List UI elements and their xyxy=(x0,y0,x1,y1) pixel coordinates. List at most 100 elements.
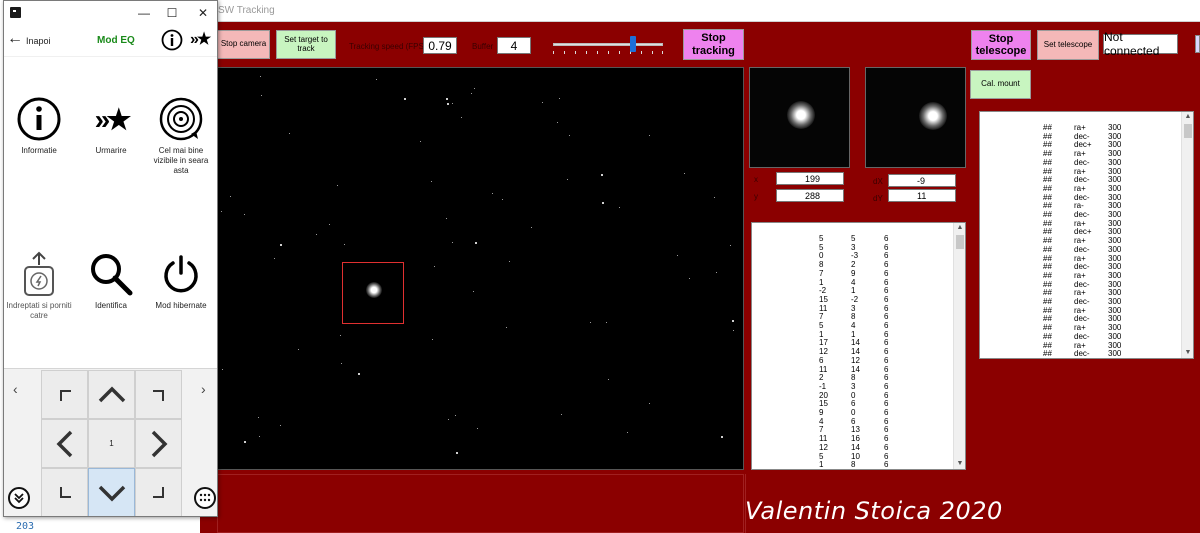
info-icon[interactable] xyxy=(161,29,183,51)
list-cell: 1 xyxy=(819,460,824,470)
dpad-up-left[interactable] xyxy=(41,370,88,419)
maximize-button[interactable]: ☐ xyxy=(162,4,182,22)
buffer-input[interactable]: 4 xyxy=(497,37,531,54)
background-star xyxy=(475,242,477,244)
dpad-up-right[interactable] xyxy=(135,370,182,419)
background-star xyxy=(447,103,449,105)
background-star xyxy=(274,258,275,259)
clipped-button[interactable] xyxy=(1195,35,1200,53)
background-star xyxy=(567,179,568,180)
crop-star xyxy=(787,101,815,129)
cal-mount-button[interactable]: Cal. mount xyxy=(970,70,1031,99)
set-target-button[interactable]: Set target to track xyxy=(276,30,336,59)
background-star xyxy=(569,135,570,136)
stop-telescope-button[interactable]: Stop telescope xyxy=(971,30,1031,60)
window-title: SW Tracking xyxy=(218,5,275,16)
tile-label: Mod hibernate xyxy=(155,301,207,310)
tile-urmarire[interactable]: »★ Urmarire xyxy=(76,96,146,156)
background-star xyxy=(376,79,377,80)
tracking-speed-input[interactable]: 0.79 xyxy=(423,37,457,54)
dpad-down[interactable] xyxy=(88,468,135,516)
minimize-button[interactable]: — xyxy=(134,4,154,22)
background-star xyxy=(280,244,282,246)
dpad-right[interactable] xyxy=(135,419,182,468)
background-star xyxy=(649,135,650,136)
command-log-list[interactable]: ▲ ▼ ## ra+ 300 ## dec- 300 ## dec+ 300 ## ra+ 300 ##… xyxy=(979,111,1194,359)
tile-cel-mai-bine-vizibile[interactable]: Cel mai bine vizibile in seara asta xyxy=(146,96,216,176)
background-star xyxy=(471,93,472,94)
stop-camera-button[interactable]: Stop camera xyxy=(217,30,270,59)
x-position-field[interactable]: 199 xyxy=(776,172,844,185)
background-star xyxy=(230,196,231,197)
set-telescope-button[interactable]: Set telescope xyxy=(1037,30,1099,60)
tile-indreptati[interactable]: Indreptati si porniti catre xyxy=(4,251,74,321)
background-star xyxy=(456,452,458,454)
background-star xyxy=(461,117,462,118)
eq-titlebar: — ☐ ✕ xyxy=(4,1,217,25)
background-star xyxy=(619,207,620,208)
stop-tracking-button[interactable]: Stop tracking xyxy=(683,29,744,60)
dy-field[interactable]: 11 xyxy=(888,189,956,202)
tile-identifica[interactable]: Identifica xyxy=(76,251,146,311)
keypad-button[interactable] xyxy=(194,487,216,509)
background-star xyxy=(559,98,560,99)
double-chevron-down-icon xyxy=(14,493,24,504)
tile-label: Urmarire xyxy=(95,146,127,155)
search-icon xyxy=(91,254,133,296)
background-star xyxy=(684,173,685,174)
background-star xyxy=(716,272,717,273)
x-label: x xyxy=(754,175,758,184)
tracking-icon[interactable]: »★ xyxy=(190,29,211,49)
background-star xyxy=(432,339,433,340)
dpad-up[interactable] xyxy=(88,370,135,419)
tile-label: Cel mai bine vizibile in seara asta xyxy=(153,146,209,175)
camera-view[interactable] xyxy=(217,67,744,470)
chevron-right-icon[interactable]: › xyxy=(201,381,206,397)
back-label[interactable]: Inapoi xyxy=(26,36,51,46)
galaxy-icon xyxy=(159,97,203,141)
tracked-star xyxy=(366,282,382,298)
background-star xyxy=(431,181,432,182)
back-arrow-icon[interactable]: ← xyxy=(7,30,23,48)
command-log-scrollbar[interactable]: ▲ ▼ xyxy=(1181,112,1193,358)
y-position-field[interactable]: 288 xyxy=(776,189,844,202)
reference-star xyxy=(919,102,947,130)
background-star xyxy=(298,349,299,350)
power-icon xyxy=(164,255,198,293)
dpad-down-right[interactable] xyxy=(135,468,182,516)
main-titlebar: SW Tracking xyxy=(200,0,1200,22)
exposure-slider[interactable] xyxy=(553,34,663,54)
tile-label: Identifica xyxy=(94,301,128,310)
background-star xyxy=(452,103,453,104)
buffer-label: Buffer xyxy=(472,42,494,51)
background-star xyxy=(341,363,342,364)
background-star xyxy=(732,320,734,322)
dpad-center[interactable]: 1 xyxy=(88,419,135,468)
background-star xyxy=(221,211,222,212)
close-button[interactable]: ✕ xyxy=(193,4,213,22)
collapse-button[interactable] xyxy=(8,487,30,509)
dpad-left[interactable] xyxy=(41,419,88,468)
chevron-right-icon xyxy=(151,430,167,457)
tile-informatie[interactable]: Informatie xyxy=(4,96,74,156)
point-device-icon xyxy=(24,251,54,296)
dx-field[interactable]: -9 xyxy=(888,174,956,187)
background-star xyxy=(404,98,406,100)
tile-mod-hibernate[interactable]: Mod hibernate xyxy=(146,251,216,311)
slider-thumb[interactable] xyxy=(630,36,636,52)
mode-title: Mod EQ xyxy=(97,35,135,46)
list-cell: 6 xyxy=(884,460,889,470)
list-cell: 300 xyxy=(1108,349,1122,359)
slider-track xyxy=(553,43,663,46)
tracking-speed-label: Tracking speed (FPS) xyxy=(349,42,427,51)
dpad-down-left[interactable] xyxy=(41,468,88,516)
background-star xyxy=(446,218,447,219)
background-star xyxy=(452,242,453,243)
offset-log-list[interactable]: ▲ ▼ 5 5 6 5 3 6 0 -3 6 8 2 6 7 9 6 1 4 6 -2 1 6 15 -2 6 11 3 6 7 8 6 5… xyxy=(751,222,966,470)
background-star xyxy=(358,373,360,375)
background-star xyxy=(244,441,246,443)
background-star xyxy=(557,122,558,123)
background-star xyxy=(258,417,259,418)
chevron-left-icon[interactable]: ‹ xyxy=(13,381,18,397)
offset-log-scrollbar[interactable]: ▲ ▼ xyxy=(953,223,965,469)
